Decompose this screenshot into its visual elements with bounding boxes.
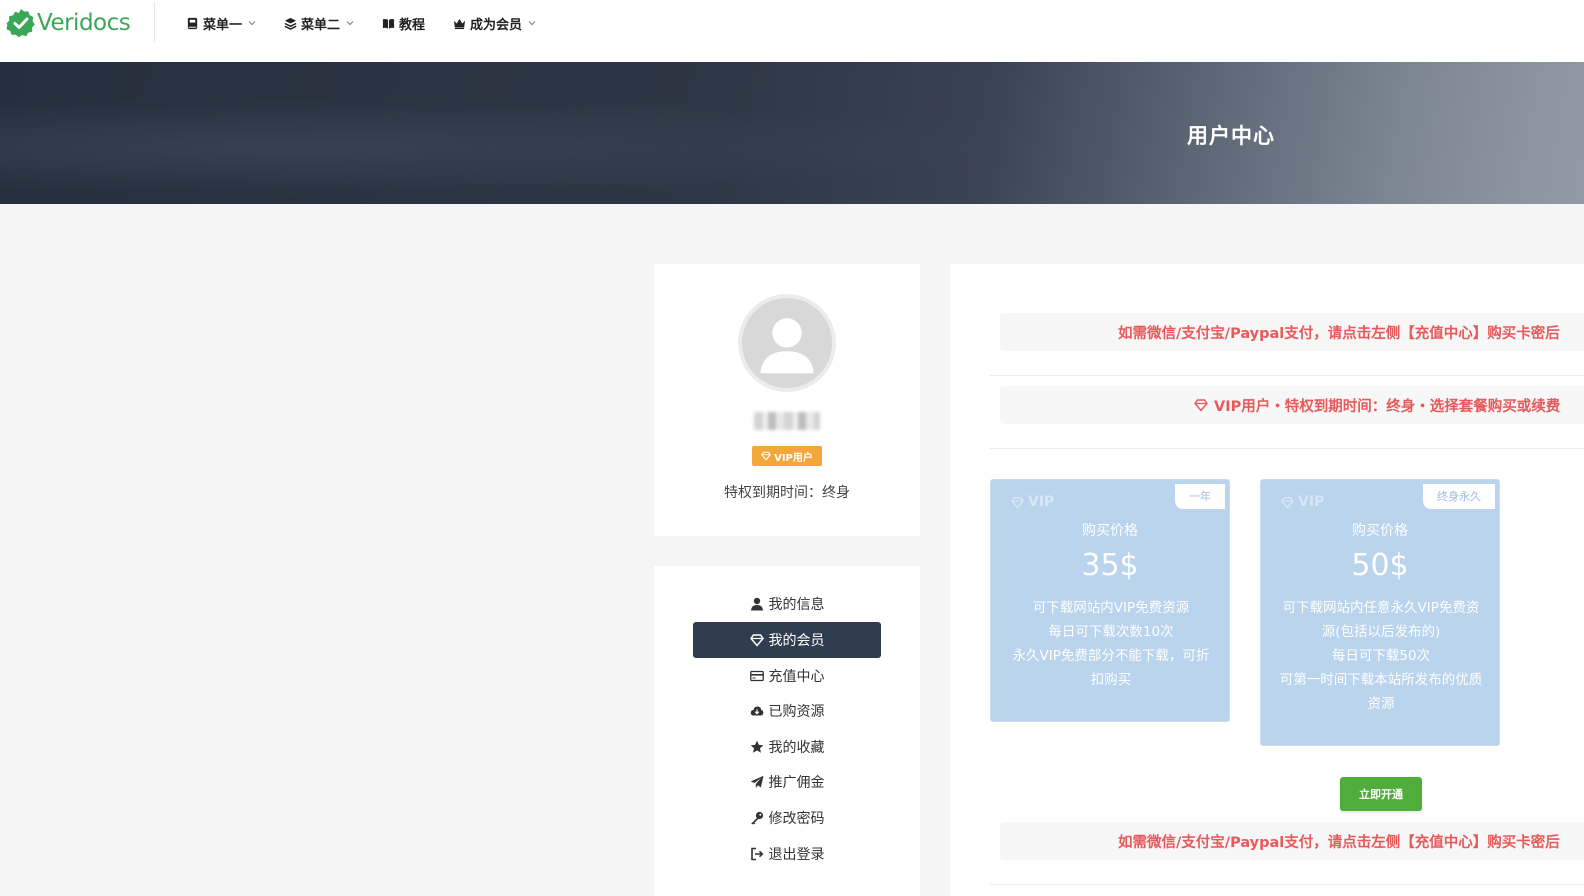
user-icon xyxy=(750,597,763,611)
user-menu: 我的信息 我的会员 充值中心 已购资源 我的收藏 推广佣金 修改密码 退出登录 xyxy=(654,566,920,896)
diamond-icon xyxy=(1194,399,1208,412)
divider xyxy=(990,884,1584,885)
menu-item-favorites[interactable]: 我的收藏 xyxy=(693,729,881,765)
chevron-down-icon xyxy=(346,21,354,26)
plan-feature: 可下载网站内VIP免费资源 xyxy=(1032,600,1190,616)
plan-price-label: 购买价格 xyxy=(1352,523,1408,539)
menu-item-my-info[interactable]: 我的信息 xyxy=(693,586,881,622)
plan-feature: 可下载网站内任意永久VIP免费资源(包括以后发布的) xyxy=(1282,600,1480,640)
book-icon xyxy=(187,17,198,29)
payment-notice-text: 如需微信/支付宝/Paypal支付，请点击左侧【充值中心】购买卡密后 xyxy=(1118,834,1560,851)
plan-vip-label: VIP xyxy=(1281,494,1324,510)
plan-feature: 永久VIP免费部分不能下载，可折扣购买 xyxy=(1012,648,1210,688)
menu-item-logout[interactable]: 退出登录 xyxy=(693,836,881,872)
credit-card-icon xyxy=(749,670,764,682)
plan-vip-label: VIP xyxy=(1011,494,1054,510)
menu-item-label: 退出登录 xyxy=(768,847,825,863)
user-avatar-icon xyxy=(742,298,832,388)
username-blurred xyxy=(754,412,820,430)
chevron-down-icon xyxy=(528,21,536,26)
layers-icon xyxy=(284,17,297,30)
plan-card-lifetime[interactable]: VIP 终身永久 购买价格 50$ 可下载网站内任意永久VIP免费资源(包括以后… xyxy=(1260,479,1500,746)
plan-price: 50$ xyxy=(1351,548,1409,583)
menu-item-label: 我的信息 xyxy=(768,597,825,613)
payment-notice-text: 如需微信/支付宝/Paypal支付，请点击左侧【充值中心】购买卡密后 xyxy=(1118,325,1560,342)
site-logo[interactable]: Veridocs xyxy=(6,8,131,38)
payment-notice-bottom: 如需微信/支付宝/Paypal支付，请点击左侧【充值中心】购买卡密后 xyxy=(1000,822,1584,860)
payment-notice-top: 如需微信/支付宝/Paypal支付，请点击左侧【充值中心】购买卡密后 xyxy=(1000,313,1584,351)
plan-vip-text: VIP xyxy=(1028,494,1055,510)
paper-plane-icon xyxy=(750,775,763,788)
plan-description: 可下载网站内任意永久VIP免费资源(包括以后发布的) 每日可下载50次 可第一时… xyxy=(1277,596,1485,716)
menu-item-my-membership[interactable]: 我的会员 xyxy=(693,622,881,658)
page-hero-banner: 用户中心 xyxy=(0,62,1584,204)
diamond-icon xyxy=(749,634,764,647)
diamond-icon xyxy=(1011,496,1024,509)
diamond-icon xyxy=(761,451,771,461)
plan-price: 35$ xyxy=(1081,548,1139,583)
plan-price-label: 购买价格 xyxy=(1082,523,1138,539)
header-divider xyxy=(154,2,155,42)
logo-text: Veridocs xyxy=(37,10,131,36)
nav-menu-1[interactable]: 菜单一 xyxy=(186,14,256,33)
menu-item-label: 充值中心 xyxy=(768,669,825,685)
plan-description: 可下载网站内VIP免费资源 每日可下载次数10次 永久VIP免费部分不能下载，可… xyxy=(1007,596,1215,692)
crown-icon xyxy=(453,18,466,29)
vip-status-text: VIP用户・特权到期时间：终身・选择套餐购买或续费 xyxy=(1214,398,1561,415)
key-icon xyxy=(750,811,763,825)
menu-item-label: 修改密码 xyxy=(768,811,825,827)
sign-out-icon xyxy=(750,847,763,861)
main-nav: 菜单一 菜单二 教程 成为会员 xyxy=(186,12,564,34)
open-book-icon xyxy=(382,18,395,29)
plan-duration-tag: 终身永久 xyxy=(1423,484,1495,509)
plan-feature: 每日可下载次数10次 xyxy=(1048,624,1174,640)
diamond-icon xyxy=(1281,496,1294,509)
menu-item-change-password[interactable]: 修改密码 xyxy=(693,800,881,836)
page-title: 用户中心 xyxy=(1187,124,1275,148)
nav-become-member[interactable]: 成为会员 xyxy=(453,14,536,33)
menu-item-purchased[interactable]: 已购资源 xyxy=(693,693,881,729)
plan-vip-text: VIP xyxy=(1298,494,1325,510)
profile-card: VIP用户 特权到期时间：终身 xyxy=(654,264,920,536)
plan-duration-tag: 一年 xyxy=(1175,484,1225,509)
nav-menu-2-label: 菜单二 xyxy=(301,17,341,33)
badge-check-icon xyxy=(6,9,35,38)
plan-feature: 每日可下载50次 xyxy=(1331,648,1431,664)
vip-status-notice: VIP用户・特权到期时间：终身・选择套餐购买或续费 xyxy=(1000,386,1584,424)
avatar[interactable] xyxy=(738,294,836,392)
menu-item-label: 我的会员 xyxy=(768,633,825,649)
star-icon xyxy=(750,740,763,753)
top-navbar: Veridocs 菜单一 菜单二 教程 成为会员 xyxy=(0,0,1584,62)
activate-now-button[interactable]: 立即开通 xyxy=(1340,777,1422,811)
nav-tutorial-label: 教程 xyxy=(399,17,426,33)
vip-badge: VIP用户 xyxy=(752,446,822,466)
menu-item-label: 推广佣金 xyxy=(768,775,825,791)
nav-menu-1-label: 菜单一 xyxy=(203,17,243,33)
expire-text: 特权到期时间：终身 xyxy=(724,485,850,501)
nav-become-member-label: 成为会员 xyxy=(470,17,523,33)
menu-item-label: 已购资源 xyxy=(768,704,825,720)
menu-item-label: 我的收藏 xyxy=(768,740,825,756)
membership-panel: 如需微信/支付宝/Paypal支付，请点击左侧【充值中心】购买卡密后 VIP用户… xyxy=(950,264,1584,896)
divider xyxy=(990,448,1584,449)
divider xyxy=(990,375,1584,376)
nav-menu-2[interactable]: 菜单二 xyxy=(284,14,354,33)
nav-tutorial[interactable]: 教程 xyxy=(382,14,425,33)
plan-feature: 可第一时间下载本站所发布的优质资源 xyxy=(1279,672,1483,712)
cloud-download-icon xyxy=(750,706,763,716)
menu-item-recharge-center[interactable]: 充值中心 xyxy=(693,658,881,694)
plan-card-yearly[interactable]: VIP 一年 购买价格 35$ 可下载网站内VIP免费资源 每日可下载次数10次… xyxy=(990,479,1230,722)
menu-item-commission[interactable]: 推广佣金 xyxy=(693,764,881,800)
vip-badge-label: VIP用户 xyxy=(774,452,813,464)
chevron-down-icon xyxy=(248,21,256,26)
